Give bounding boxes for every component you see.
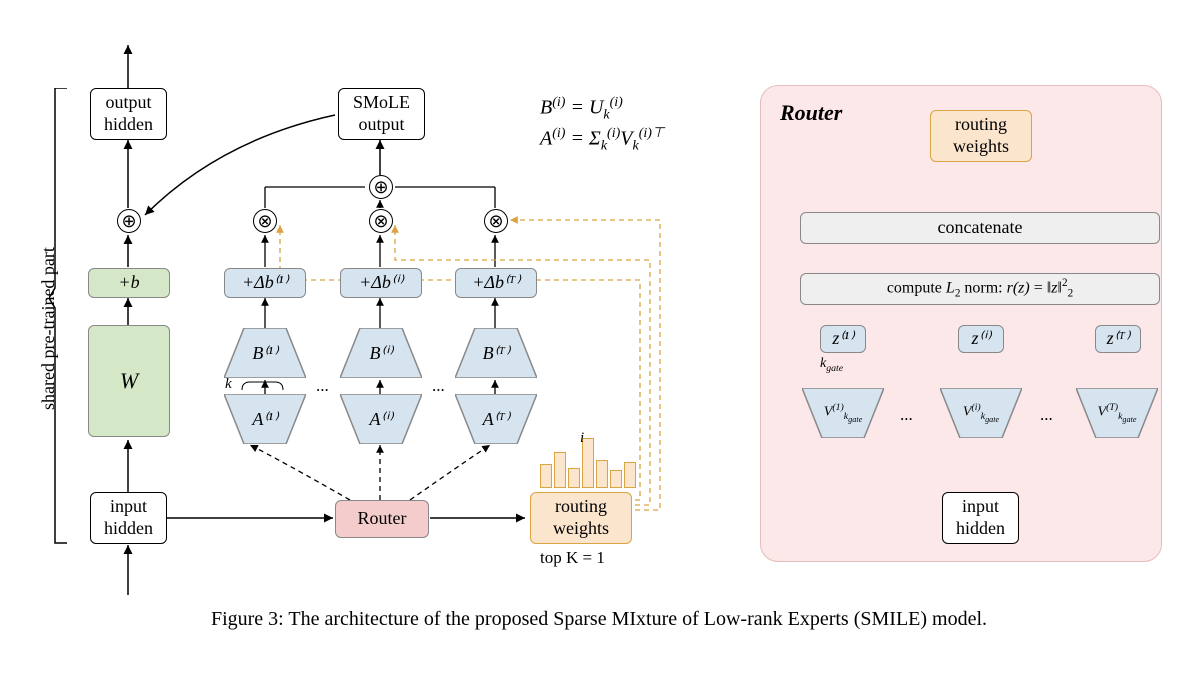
z3-box: z⁽ᵀ⁾ bbox=[1095, 325, 1141, 353]
sum-plus-icon: ⊕ bbox=[369, 175, 393, 199]
figure-caption: Figure 3: The architecture of the propos… bbox=[20, 608, 1178, 631]
smole-output-box: SMoLE output bbox=[338, 88, 425, 140]
output-hidden-box: output hidden bbox=[90, 88, 167, 140]
times-icon-2: ⊗ bbox=[369, 209, 393, 233]
times-icon-3: ⊗ bbox=[484, 209, 508, 233]
eq-A: A(i) = Σk(i)Vk(i)⊤ bbox=[540, 125, 664, 155]
dots-right-2: ... bbox=[1040, 405, 1053, 425]
B-trap-3: B⁽ᵀ⁾ bbox=[455, 328, 537, 378]
times-icon-1: ⊗ bbox=[253, 209, 277, 233]
W-box: W bbox=[88, 325, 170, 437]
A-trap-2: A⁽ⁱ⁾ bbox=[340, 394, 422, 444]
A-trap-3: A⁽ᵀ⁾ bbox=[455, 394, 537, 444]
topk-label: top K = 1 bbox=[540, 548, 605, 568]
input-hidden-right: input hidden bbox=[942, 492, 1019, 544]
A-trap-1: A⁽¹⁾ bbox=[224, 394, 306, 444]
bias-box: +b bbox=[88, 268, 170, 298]
routing-weights-right: routing weights bbox=[930, 110, 1032, 162]
delta-b-2: +Δb⁽ⁱ⁾ bbox=[340, 268, 422, 298]
concat-box: concatenate bbox=[800, 212, 1160, 244]
plus-icon: ⊕ bbox=[117, 209, 141, 233]
W-label: W bbox=[120, 368, 138, 394]
z1-box: z⁽¹⁾ bbox=[820, 325, 866, 353]
delta-b-3: +Δb⁽ᵀ⁾ bbox=[455, 268, 537, 298]
compute-norm-box: compute L2 norm: r(z) = ‖z‖22 bbox=[800, 273, 1160, 305]
k-label: k bbox=[225, 376, 232, 393]
router-box: Router bbox=[335, 500, 429, 538]
dots-left-2: ... bbox=[432, 376, 445, 396]
bar-i-label: i bbox=[580, 430, 584, 447]
router-title: Router bbox=[780, 100, 842, 126]
delta-b-1: +Δb⁽¹⁾ bbox=[224, 268, 306, 298]
V-trap-1: V(1)kgate bbox=[802, 388, 884, 438]
input-hidden-box: input hidden bbox=[90, 492, 167, 544]
shared-part-label: shared pre-trained part bbox=[38, 247, 59, 410]
B-trap-2: B⁽ⁱ⁾ bbox=[340, 328, 422, 378]
V-trap-3: V(T)kgate bbox=[1076, 388, 1158, 438]
bias-label: +b bbox=[118, 272, 139, 294]
dots-right-1: ... bbox=[900, 405, 913, 425]
routing-bars-icon bbox=[540, 438, 636, 488]
routing-weights-box: routing weights bbox=[530, 492, 632, 544]
V-trap-2: V(i)kgate bbox=[940, 388, 1022, 438]
eq-B: B(i) = Uk(i) bbox=[540, 95, 623, 124]
B-trap-1: B⁽¹⁾ bbox=[224, 328, 306, 378]
dots-left-1: ... bbox=[316, 376, 329, 396]
figure-container: shared pre-trained part output hidden ⊕ … bbox=[20, 20, 1178, 660]
kgate-label: kgate bbox=[820, 356, 843, 374]
z2-box: z⁽ⁱ⁾ bbox=[958, 325, 1004, 353]
